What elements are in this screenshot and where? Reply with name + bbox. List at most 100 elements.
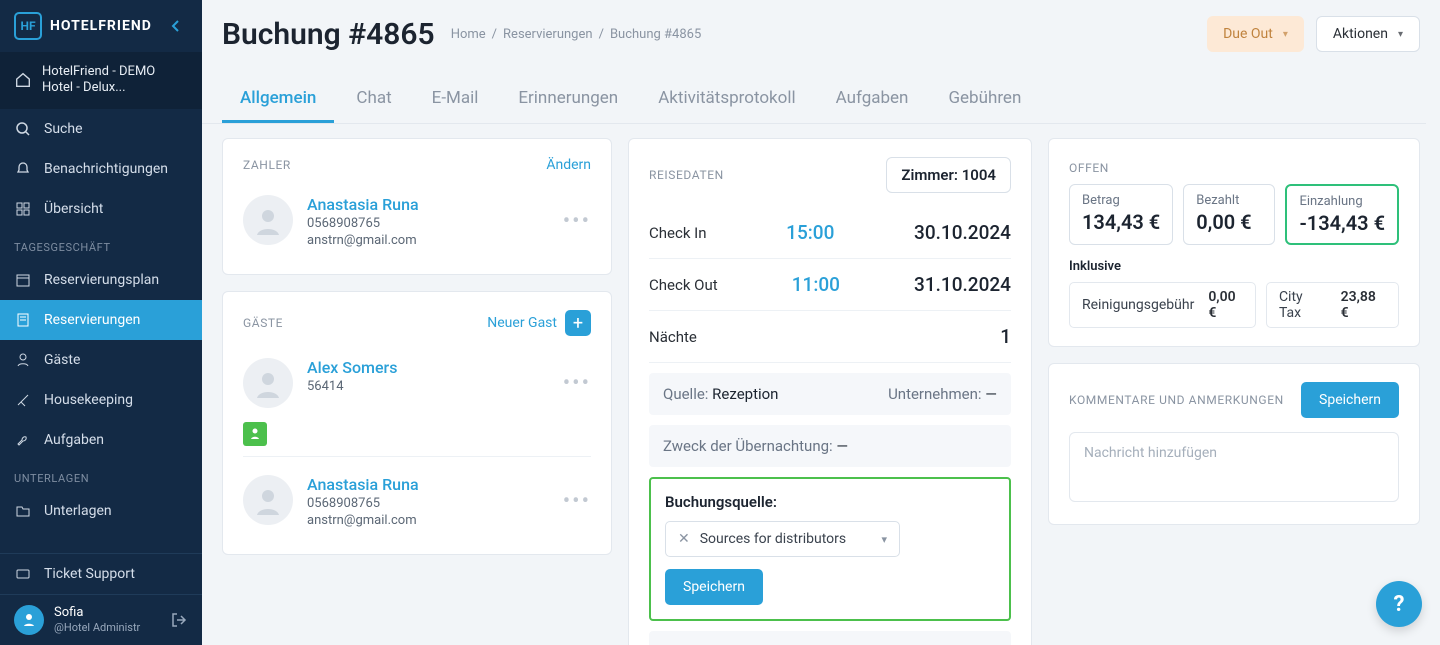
broom-icon	[14, 391, 32, 409]
guests-title: GÄSTE	[243, 316, 283, 330]
stat-deposit: Einzahlung -134,43 €	[1285, 184, 1399, 245]
user-row[interactable]: Sofia @Hotel Administr	[0, 594, 202, 645]
payer-edit-link[interactable]: Ändern	[546, 157, 591, 173]
checkout-date[interactable]: 31.10.2024	[914, 273, 1011, 296]
payer-name[interactable]: Anastasia Runa	[307, 195, 419, 214]
status-text: Due Out	[1223, 26, 1273, 42]
guest-name[interactable]: Alex Somers	[307, 358, 397, 377]
comments-card: KOMMENTARE UND ANMERKUNGEN Speichern	[1048, 363, 1420, 525]
nav: Suche Benachrichtigungen Übersicht TAGES…	[0, 109, 202, 554]
stat-amount: Betrag 134,43 €	[1069, 184, 1173, 245]
nav-label: Gäste	[44, 352, 80, 368]
actions-button[interactable]: Aktionen ▾	[1316, 16, 1420, 52]
nav-reservation-plan[interactable]: Reservierungsplan	[0, 260, 202, 300]
chip-citytax: City Tax 23,88 €	[1266, 282, 1399, 328]
payer-card: ZAHLER Ändern Anastasia Runa 0568908765 …	[222, 138, 612, 275]
wrench-icon	[14, 431, 32, 449]
select-value: Sources for distributors	[700, 531, 846, 547]
nav-section-ops: TAGESGESCHÄFT	[0, 229, 202, 260]
actions-text: Aktionen	[1333, 26, 1388, 42]
help-fab[interactable]: ?	[1376, 581, 1422, 627]
nav-overview[interactable]: Übersicht	[0, 189, 202, 229]
chevron-down-icon: ▾	[1398, 29, 1403, 40]
nav-section-docs: UNTERLAGEN	[0, 460, 202, 491]
chevron-down-icon: ▾	[1283, 29, 1288, 40]
nav-tasks[interactable]: Aufgaben	[0, 420, 202, 460]
tab-gebuehren[interactable]: Gebühren	[930, 76, 1039, 123]
document-icon	[14, 311, 32, 329]
logout-icon[interactable]	[170, 611, 188, 629]
search-icon	[14, 120, 32, 138]
more-icon[interactable]: •••	[563, 209, 591, 234]
guest-badge-icon	[243, 422, 267, 446]
nav-ticket-support[interactable]: Ticket Support	[0, 553, 202, 594]
brand: HF HOTELFRIEND	[0, 0, 202, 52]
nav-guests[interactable]: Gäste	[0, 340, 202, 380]
home-icon	[14, 71, 32, 89]
comment-input[interactable]	[1069, 432, 1399, 502]
sidebar: HF HOTELFRIEND HotelFriend - DEMO Hotel …	[0, 0, 202, 645]
save-comment-button[interactable]: Speichern	[1301, 382, 1399, 418]
nav-notifications[interactable]: Benachrichtigungen	[0, 149, 202, 189]
status-pill[interactable]: Due Out ▾	[1207, 16, 1304, 52]
checkin-date[interactable]: 30.10.2024	[914, 221, 1011, 244]
add-guest-button[interactable]: +	[565, 310, 591, 336]
guest-row: Anastasia Runa 0568908765 anstrn@gmail.c…	[243, 467, 591, 536]
nav-documents[interactable]: Unterlagen	[0, 491, 202, 531]
user-role: @Hotel Administr	[54, 621, 140, 634]
page-title: Buchung #4865	[222, 17, 435, 52]
nights-label: Nächte	[649, 328, 697, 346]
calendar-icon	[14, 271, 32, 289]
clear-icon[interactable]: ✕	[678, 531, 690, 547]
open-title: OFFEN	[1069, 161, 1109, 175]
scrollbar-thumb[interactable]	[1428, 2, 1438, 42]
more-icon[interactable]: •••	[563, 371, 591, 396]
guest-email: anstrn@gmail.com	[307, 513, 419, 528]
crumb-home[interactable]: Home	[451, 27, 486, 42]
nav-reservations[interactable]: Reservierungen	[0, 300, 202, 340]
tab-erinnerungen[interactable]: Erinnerungen	[500, 76, 636, 123]
nav-label: Ticket Support	[44, 566, 135, 582]
nights-value: 1	[1000, 325, 1011, 348]
tab-email[interactable]: E-Mail	[414, 76, 497, 123]
booking-source-label: Buchungsquelle:	[665, 493, 995, 511]
brand-logo-icon: HF	[14, 12, 42, 40]
new-guest-link[interactable]: Neuer Gast	[487, 315, 557, 331]
user-name: Sofia	[54, 606, 140, 620]
booking-source-select[interactable]: ✕ Sources for distributors ▾	[665, 521, 900, 557]
crumb-reservations[interactable]: Reservierungen	[503, 27, 593, 42]
guest-sub: 0568908765	[307, 496, 419, 511]
more-icon[interactable]: •••	[563, 489, 591, 514]
guest-name[interactable]: Anastasia Runa	[307, 475, 419, 494]
dashboard-icon	[14, 200, 32, 218]
save-booking-source-button[interactable]: Speichern	[665, 569, 763, 605]
tab-chat[interactable]: Chat	[338, 76, 409, 123]
tab-aktivitaet[interactable]: Aktivitätsprotokoll	[640, 76, 813, 123]
chip-cleaning: Reinigungsgebühr 0,00 €	[1069, 282, 1256, 328]
travel-title: REISEDATEN	[649, 168, 724, 182]
comments-title: KOMMENTARE UND ANMERKUNGEN	[1069, 393, 1284, 407]
hotel-selector[interactable]: HotelFriend - DEMO Hotel - Delux...	[0, 52, 202, 109]
payer-phone: 0568908765	[307, 216, 419, 231]
tab-allgemein[interactable]: Allgemein	[222, 76, 334, 123]
breadcrumb: Home/ Reservierungen/ Buchung #4865	[451, 27, 702, 42]
nav-label: Reservierungen	[44, 312, 140, 328]
payer-email: anstrn@gmail.com	[307, 233, 419, 248]
tab-aufgaben[interactable]: Aufgaben	[818, 76, 927, 123]
checkin-time[interactable]: 15:00	[786, 221, 834, 244]
ticket-icon	[14, 565, 32, 583]
room-chip[interactable]: Zimmer: 1004	[886, 157, 1011, 193]
open-card: OFFEN Betrag 134,43 € Bezahlt 0,00 € Ein…	[1048, 138, 1420, 347]
guest-sub: 56414	[307, 379, 397, 394]
guest-row: Alex Somers 56414 •••	[243, 350, 591, 416]
nav-search[interactable]: Suche	[0, 109, 202, 149]
nav-label: Housekeeping	[44, 392, 133, 408]
checkout-time[interactable]: 11:00	[792, 273, 840, 296]
nav-label: Benachrichtigungen	[44, 161, 168, 177]
guests-card: GÄSTE Neuer Gast + Alex Somers 56414	[222, 291, 612, 555]
brand-text: HOTELFRIEND	[50, 18, 152, 34]
bell-icon	[14, 160, 32, 178]
nav-housekeeping[interactable]: Housekeeping	[0, 380, 202, 420]
collapse-sidebar-icon[interactable]	[166, 15, 188, 37]
nav-label: Übersicht	[44, 201, 103, 217]
